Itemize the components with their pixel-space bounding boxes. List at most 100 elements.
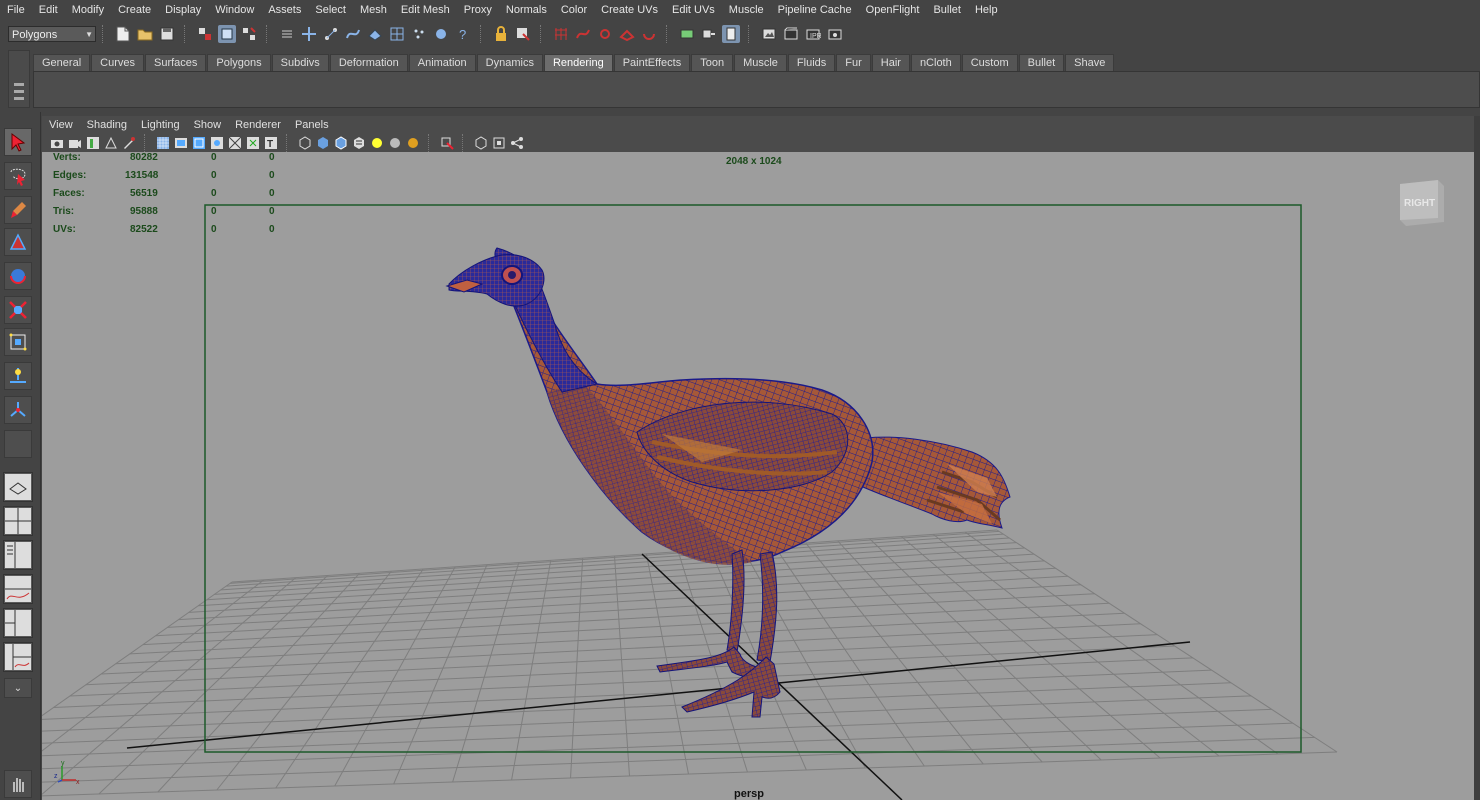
shelf-grip[interactable] bbox=[8, 50, 30, 108]
select-by-object-icon[interactable] bbox=[218, 25, 236, 43]
menu-color[interactable]: Color bbox=[554, 0, 594, 21]
shelf-tab-deformation[interactable]: Deformation bbox=[329, 54, 408, 72]
layout-options-icon[interactable]: ⌄ bbox=[4, 678, 32, 698]
select-tool-icon[interactable] bbox=[4, 128, 32, 156]
menu-help[interactable]: Help bbox=[968, 0, 1005, 21]
select-surfaces-icon[interactable] bbox=[366, 25, 384, 43]
menu-bullet[interactable]: Bullet bbox=[926, 0, 968, 21]
shelf-tab-general[interactable]: General bbox=[33, 54, 91, 72]
ambient-occlusion-icon[interactable] bbox=[406, 136, 420, 150]
new-scene-icon[interactable] bbox=[114, 25, 132, 43]
field-chart-icon[interactable] bbox=[228, 136, 242, 150]
menu-proxy[interactable]: Proxy bbox=[457, 0, 499, 21]
persp-graph-layout-icon[interactable] bbox=[3, 574, 33, 604]
film-gate-icon[interactable] bbox=[174, 136, 188, 150]
menu-edit-mesh[interactable]: Edit Mesh bbox=[394, 0, 457, 21]
safe-action-icon[interactable] bbox=[246, 136, 260, 150]
universal-manipulator-icon[interactable] bbox=[4, 328, 32, 356]
render-current-frame-icon[interactable] bbox=[782, 25, 800, 43]
menu-mesh[interactable]: Mesh bbox=[353, 0, 394, 21]
panel-menu-show[interactable]: Show bbox=[187, 119, 229, 131]
shelf-tab-curves[interactable]: Curves bbox=[91, 54, 144, 72]
gate-mask-icon[interactable] bbox=[210, 136, 224, 150]
open-scene-icon[interactable] bbox=[136, 25, 154, 43]
scale-tool-icon[interactable] bbox=[4, 296, 32, 324]
wireframe-shading-icon[interactable] bbox=[298, 135, 312, 150]
ipr-render-icon[interactable]: IPR bbox=[804, 25, 822, 43]
chicken-mesh[interactable] bbox=[445, 247, 1011, 718]
menu-normals[interactable]: Normals bbox=[499, 0, 554, 21]
shelf-tab-bullet[interactable]: Bullet bbox=[1018, 54, 1065, 72]
menu-create[interactable]: Create bbox=[111, 0, 158, 21]
textured-shading-icon[interactable] bbox=[352, 136, 366, 150]
menu-pipeline-cache[interactable]: Pipeline Cache bbox=[771, 0, 859, 21]
shelf-tab-fluids[interactable]: Fluids bbox=[787, 54, 836, 72]
shelf-tab-dynamics[interactable]: Dynamics bbox=[476, 54, 543, 72]
snap-to-grid-icon[interactable] bbox=[552, 25, 570, 43]
menu-edit-uvs[interactable]: Edit UVs bbox=[665, 0, 722, 21]
show-manipulator-icon[interactable] bbox=[4, 396, 32, 424]
perspective-viewport[interactable]: Verts: 80282 0 0 Edges: 131548 0 0 Faces… bbox=[42, 152, 1474, 800]
panel-menu-shading[interactable]: Shading bbox=[80, 119, 134, 131]
shelf-tab-polygons[interactable]: Polygons bbox=[207, 54, 271, 72]
node-editor-icon[interactable] bbox=[510, 136, 524, 150]
shelf-tab-animation[interactable]: Animation bbox=[408, 54, 476, 72]
shelf-tab-ncloth[interactable]: nCloth bbox=[910, 54, 961, 72]
viewcube[interactable]: RIGHT bbox=[1394, 178, 1446, 228]
persp-outliner-layout-icon[interactable] bbox=[3, 540, 33, 570]
last-tool-slot[interactable] bbox=[4, 430, 32, 458]
menu-modify[interactable]: Modify bbox=[65, 0, 111, 21]
paint-select-tool-icon[interactable] bbox=[4, 196, 32, 224]
input-output-icon[interactable] bbox=[678, 25, 696, 43]
two-d-pan-zoom-icon[interactable] bbox=[104, 136, 118, 150]
shelf-tab-fur[interactable]: Fur bbox=[836, 54, 871, 72]
image-plane-icon[interactable] bbox=[86, 136, 100, 150]
menu-display[interactable]: Display bbox=[158, 0, 208, 21]
grease-pencil-icon[interactable] bbox=[122, 136, 136, 150]
menu-set-dropdown[interactable]: Polygons ▼ bbox=[8, 26, 96, 42]
snap-to-curves-icon[interactable] bbox=[574, 25, 592, 43]
wireframe-on-shaded-icon[interactable] bbox=[334, 135, 348, 150]
shadows-icon[interactable] bbox=[388, 136, 402, 150]
select-curves-icon[interactable] bbox=[344, 25, 362, 43]
hypershade-persp-layout-icon[interactable] bbox=[3, 608, 33, 638]
menu-assets[interactable]: Assets bbox=[261, 0, 308, 21]
select-dynamics-icon[interactable] bbox=[410, 25, 428, 43]
menu-select[interactable]: Select bbox=[308, 0, 353, 21]
xray-icon[interactable] bbox=[474, 135, 488, 150]
select-misc-icon[interactable]: ? bbox=[454, 25, 472, 43]
use-all-lights-icon[interactable] bbox=[370, 136, 384, 150]
four-view-layout-icon[interactable] bbox=[3, 506, 33, 536]
select-deformations-icon[interactable] bbox=[388, 25, 406, 43]
highlight-selection-icon[interactable] bbox=[514, 25, 532, 43]
single-perspective-layout-icon[interactable] bbox=[3, 472, 33, 502]
select-rendering-icon[interactable] bbox=[432, 25, 450, 43]
panel-menu-renderer[interactable]: Renderer bbox=[228, 119, 288, 131]
lasso-tool-icon[interactable] bbox=[4, 162, 32, 190]
menu-create-uvs[interactable]: Create UVs bbox=[594, 0, 665, 21]
persp-graph-outliner-layout-icon[interactable] bbox=[3, 642, 33, 672]
select-by-component-icon[interactable] bbox=[240, 25, 258, 43]
safe-title-icon[interactable]: T bbox=[264, 136, 278, 150]
select-by-hierarchy-icon[interactable] bbox=[196, 25, 214, 43]
history-toggle-icon[interactable] bbox=[700, 25, 718, 43]
shelf-tab-hair[interactable]: Hair bbox=[871, 54, 910, 72]
lock-selection-icon[interactable] bbox=[492, 25, 510, 43]
panel-menu-view[interactable]: View bbox=[42, 119, 80, 131]
resolution-gate-icon[interactable] bbox=[192, 136, 206, 150]
snap-to-points-icon[interactable] bbox=[596, 25, 614, 43]
smooth-shading-icon[interactable] bbox=[316, 136, 330, 150]
camera-attributes-icon[interactable] bbox=[50, 136, 64, 150]
select-handles-icon[interactable] bbox=[300, 25, 318, 43]
hand-tool-icon[interactable] bbox=[4, 770, 32, 798]
camera-bookmark-icon[interactable] bbox=[68, 136, 82, 150]
select-joints-icon[interactable] bbox=[322, 25, 340, 43]
shelf-tab-subdivs[interactable]: Subdivs bbox=[271, 54, 329, 72]
select-all-mask-icon[interactable] bbox=[278, 25, 296, 43]
shelf-tab-toon[interactable]: Toon bbox=[691, 54, 734, 72]
right-edge-splitter[interactable] bbox=[1474, 116, 1480, 800]
shelf-tab-muscle[interactable]: Muscle bbox=[734, 54, 787, 72]
menu-edit[interactable]: Edit bbox=[32, 0, 65, 21]
menu-file[interactable]: File bbox=[0, 0, 32, 21]
render-view-icon[interactable] bbox=[760, 25, 778, 43]
